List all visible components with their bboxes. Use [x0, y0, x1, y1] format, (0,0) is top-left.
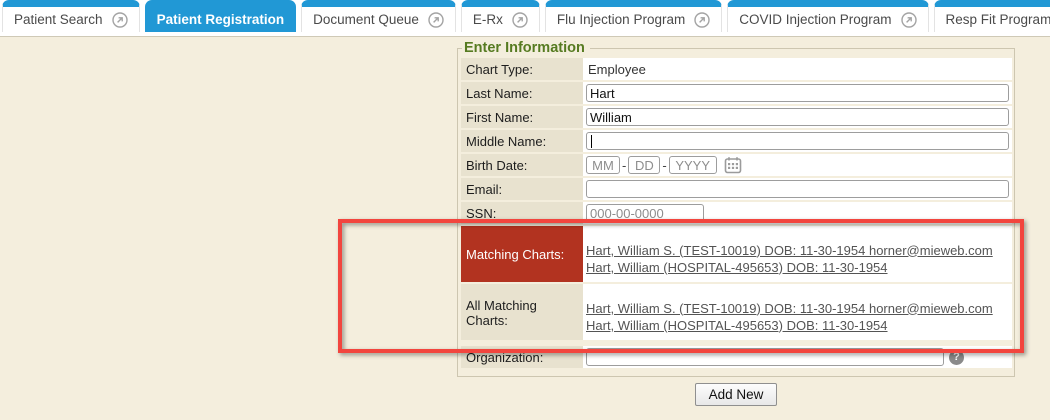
tab-patient-registration[interactable]: Patient Registration — [145, 0, 297, 32]
open-new-window-icon[interactable] — [694, 12, 710, 28]
form-actions: Add New — [457, 383, 1015, 406]
page-content: Enter Information Chart Type: Employee L… — [0, 36, 1050, 420]
chart-type-row: Chart Type: Employee — [461, 58, 1012, 80]
open-new-window-icon[interactable] — [428, 12, 444, 28]
matching-chart-link[interactable]: Hart, William (HOSPITAL-495653) DOB: 11-… — [586, 259, 993, 276]
date-separator: - — [662, 158, 666, 173]
middle-name-row: Middle Name: — [461, 130, 1012, 152]
open-new-window-icon[interactable] — [901, 12, 917, 28]
text-caret — [591, 135, 592, 148]
date-separator: - — [622, 158, 626, 173]
organization-input[interactable] — [586, 348, 944, 366]
birth-month-input[interactable] — [586, 156, 620, 174]
matching-chart-link[interactable]: Hart, William S. (TEST-10019) DOB: 11-30… — [586, 242, 993, 259]
first-name-input[interactable] — [586, 108, 1009, 126]
tab-label: Resp Fit Program — [946, 12, 1050, 27]
matching-chart-link[interactable]: Hart, William (HOSPITAL-495653) DOB: 11-… — [586, 317, 993, 334]
chart-type-value: Employee — [586, 62, 646, 77]
tab-label: Patient Search — [14, 12, 103, 27]
email-row: Email: — [461, 178, 1012, 200]
open-new-window-icon[interactable] — [112, 12, 128, 28]
matching-charts-label: Matching Charts: — [461, 226, 583, 282]
birth-year-input[interactable] — [669, 156, 717, 174]
ssn-row: SSN: — [461, 202, 1012, 224]
ssn-label: SSN: — [461, 202, 583, 224]
ssn-input[interactable] — [586, 204, 704, 222]
organization-label: Organization: — [461, 346, 583, 368]
organization-row: Organization: ? — [461, 346, 1012, 368]
birth-date-row: Birth Date: - - — [461, 154, 1012, 176]
form-legend: Enter Information — [462, 40, 590, 56]
tab-list: Patient Search Patient Registration Docu… — [0, 0, 1050, 32]
tab-document-queue[interactable]: Document Queue — [301, 0, 456, 32]
help-icon[interactable]: ? — [949, 350, 964, 365]
middle-name-label: Middle Name: — [461, 130, 583, 152]
last-name-label: Last Name: — [461, 82, 583, 104]
tab-resp-fit-program[interactable]: Resp Fit Program — [934, 0, 1050, 32]
last-name-row: Last Name: — [461, 82, 1012, 104]
tab-label: Flu Injection Program — [557, 12, 685, 27]
tab-label: COVID Injection Program — [739, 12, 891, 27]
tab-bar: Patient Search Patient Registration Docu… — [0, 0, 1050, 36]
matching-charts-row: Matching Charts: Hart, William S. (TEST-… — [461, 226, 1012, 282]
tab-label: Patient Registration — [157, 12, 285, 27]
middle-name-input[interactable] — [586, 132, 1009, 150]
calendar-icon[interactable] — [724, 156, 742, 174]
first-name-row: First Name: — [461, 106, 1012, 128]
tab-label: Document Queue — [313, 12, 419, 27]
birth-date-label: Birth Date: — [461, 154, 583, 176]
all-matching-charts-row: All Matching Charts: Hart, William S. (T… — [461, 284, 1012, 340]
email-label: Email: — [461, 178, 583, 200]
enter-information-form: Enter Information Chart Type: Employee L… — [457, 40, 1015, 377]
first-name-label: First Name: — [461, 106, 583, 128]
all-matching-charts-label: All Matching Charts: — [461, 284, 583, 340]
tab-covid-injection-program[interactable]: COVID Injection Program — [727, 0, 928, 32]
email-input[interactable] — [586, 180, 1009, 198]
tab-e-rx[interactable]: E-Rx — [461, 0, 540, 32]
birth-day-input[interactable] — [628, 156, 660, 174]
add-new-button[interactable]: Add New — [695, 383, 778, 406]
tab-patient-search[interactable]: Patient Search — [2, 0, 140, 32]
last-name-input[interactable] — [586, 84, 1009, 102]
tab-flu-injection-program[interactable]: Flu Injection Program — [545, 0, 722, 32]
matching-chart-link[interactable]: Hart, William S. (TEST-10019) DOB: 11-30… — [586, 300, 993, 317]
open-new-window-icon[interactable] — [512, 12, 528, 28]
chart-type-label: Chart Type: — [461, 58, 583, 80]
tab-label: E-Rx — [473, 12, 503, 27]
